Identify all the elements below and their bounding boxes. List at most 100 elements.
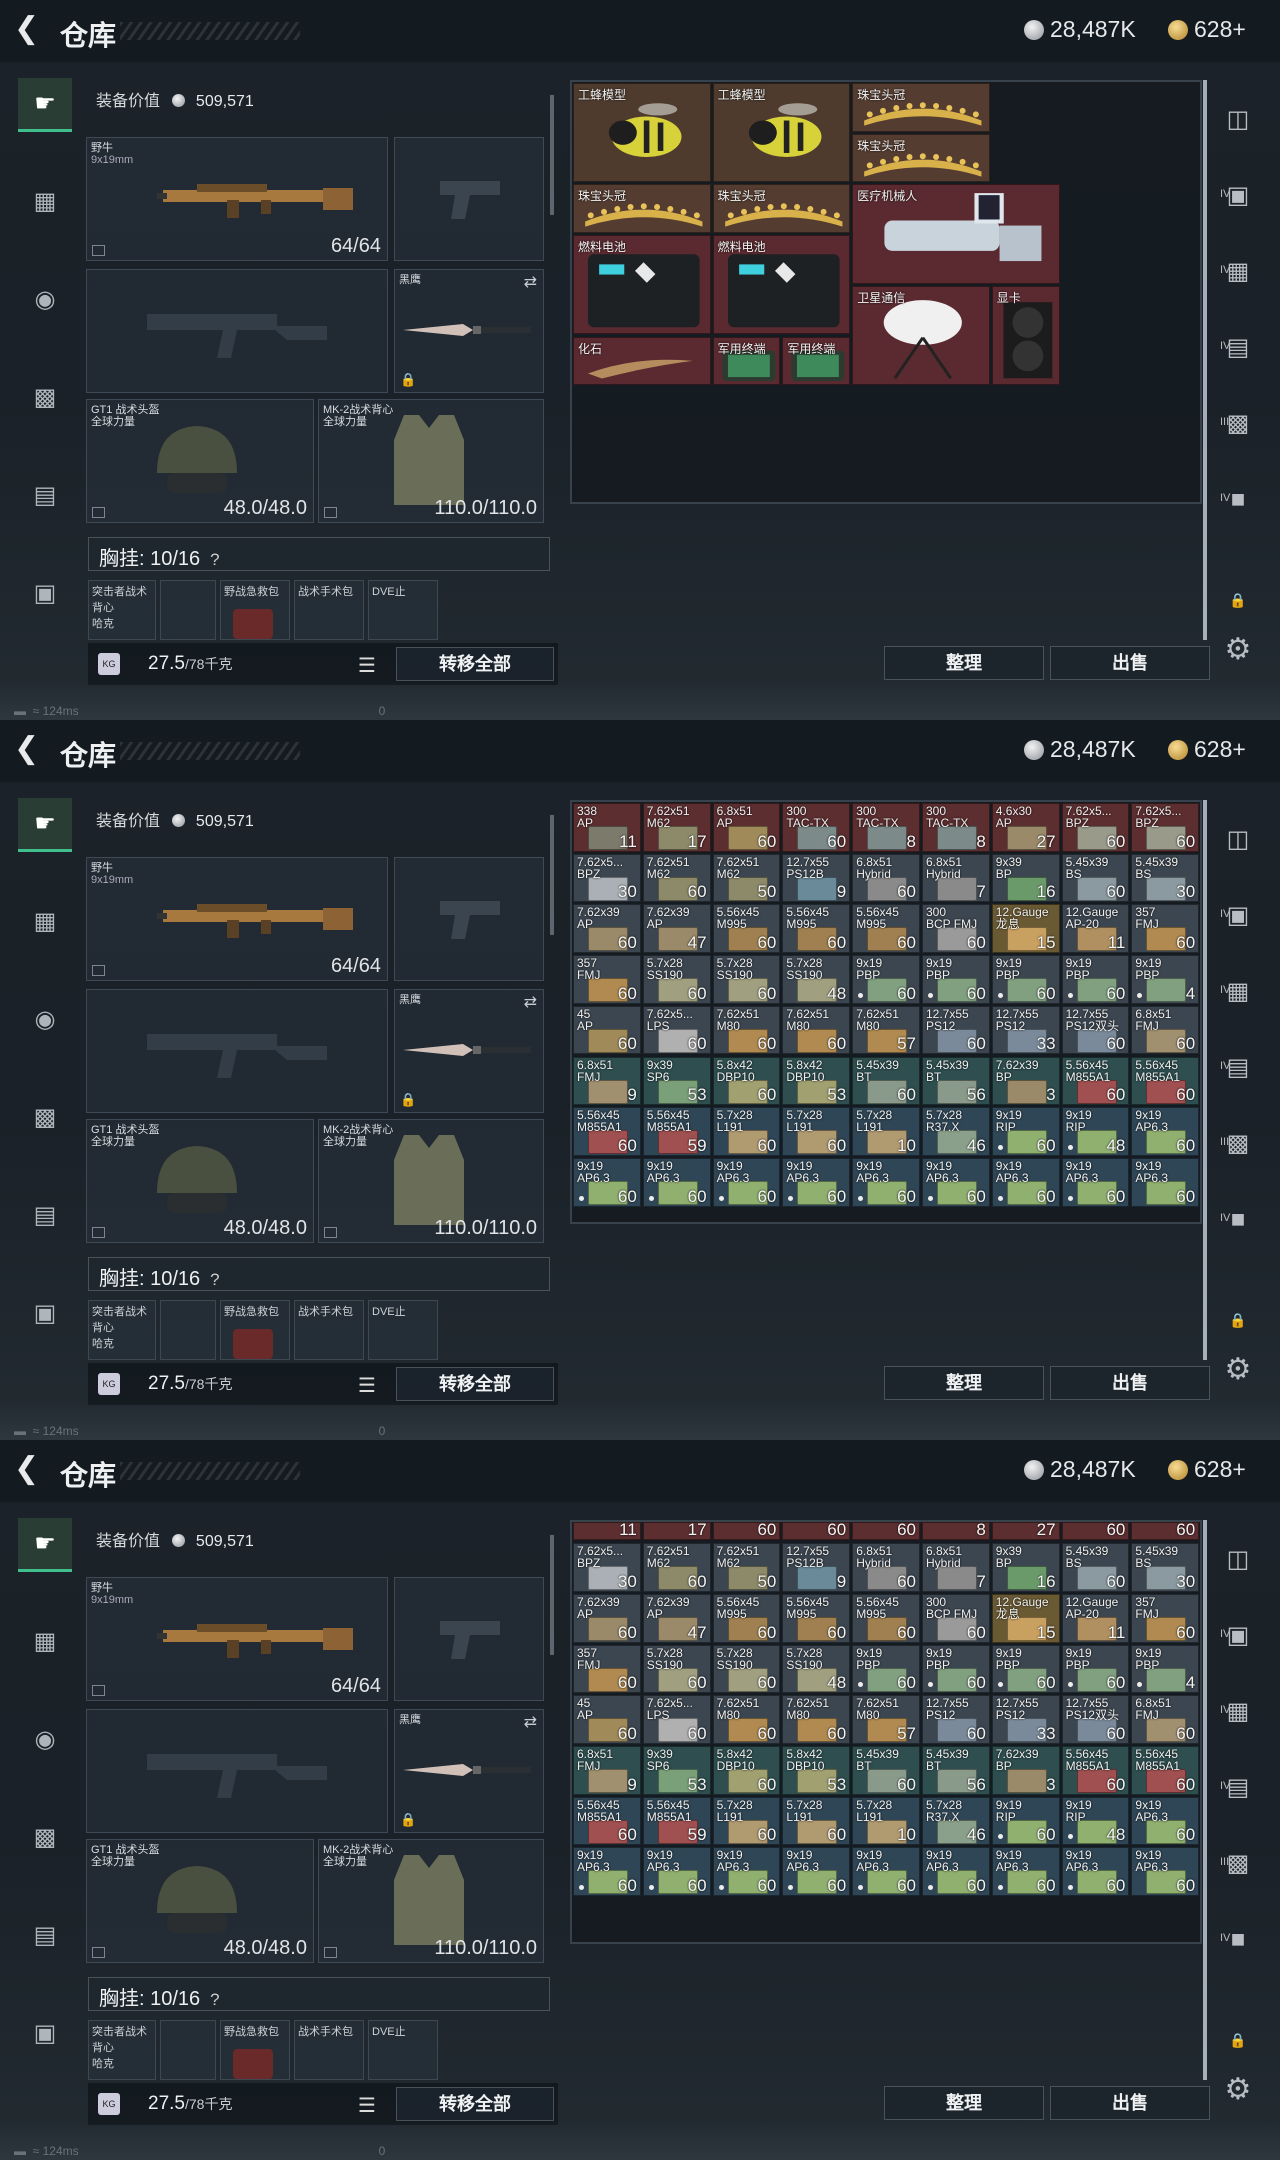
gold-currency[interactable]: 628+ — [1168, 1456, 1246, 1483]
sell-button[interactable]: 出售 — [1050, 1366, 1210, 1400]
container-tier4-icon[interactable]: IV ▣ — [1216, 1616, 1260, 1656]
first-aid-kit-item[interactable]: 野战急救包 — [220, 580, 290, 640]
vest-icon[interactable]: ▦ — [18, 1614, 72, 1668]
ammo-item[interactable]: 9x19 AP6.3 60 — [782, 1847, 851, 1897]
ammo-item[interactable]: 5.7x28 L191 60 — [782, 1107, 851, 1156]
ammo-item[interactable]: 5.45x39 BS 30 — [1131, 1543, 1200, 1592]
ammo-item[interactable]: 7.62x39 AP 60 — [573, 904, 641, 954]
ammo-item[interactable]: 5.45x39 BS 30 — [1131, 853, 1200, 903]
stash-item[interactable]: 显卡 — [991, 285, 1060, 386]
helmet-icon[interactable]: ◉ — [18, 272, 72, 326]
ammo-item[interactable]: 5.8x42 DBP10 60 — [712, 1056, 781, 1106]
primary-weapon-slot[interactable]: 野牛 9x19mm 64/64 — [86, 1577, 388, 1701]
ammo-item[interactable]: 12.Gauge AP-20 11 — [1061, 904, 1130, 954]
ammo-item[interactable]: 7.62x5... BPZ 60 — [1061, 803, 1130, 852]
ammo-item[interactable]: 357 FMJ 60 — [1131, 1593, 1200, 1643]
ammo-item[interactable]: 9x19 RIP 60 — [991, 1796, 1060, 1846]
ammo-item[interactable]: 9x19 RIP 48 — [1061, 1796, 1130, 1846]
ammo-item[interactable]: 9x39 BP 16 — [991, 853, 1060, 903]
ammo-item[interactable]: 12.Gauge 龙息 15 — [991, 904, 1060, 954]
swap-icon[interactable]: ⇄ — [524, 992, 537, 1012]
ammo-item[interactable]: 6.8x51 FMJ 9 — [573, 1746, 641, 1795]
ammo-item[interactable]: 5.56x45 M855A1 60 — [1061, 1746, 1130, 1795]
ammo-item[interactable]: 300 TAC-TX 60 — [782, 803, 851, 852]
ammo-item[interactable]: 5.56x45 M995 60 — [782, 904, 851, 954]
container-tier4-icon[interactable]: IV ▦ — [1216, 1692, 1260, 1732]
ammo-item[interactable]: 5.56x45 M995 60 — [852, 904, 920, 954]
medicine-item[interactable]: DVE止 — [368, 1300, 438, 1360]
ammo-item[interactable]: 5.7x28 SS190 48 — [782, 955, 851, 1004]
ammo-item[interactable]: 7.62x51 M62 50 — [712, 853, 781, 903]
ammo-item[interactable]: 5.7x28 L191 10 — [852, 1796, 920, 1846]
ammo-item[interactable]: 12.7x55 PS12 60 — [922, 1005, 990, 1055]
surgery-kit-item[interactable]: 战术手术包 — [294, 1300, 364, 1360]
back-arrow-icon[interactable]: ❮ — [14, 734, 44, 766]
ammo-item[interactable]: 9x19 AP6.3 60 — [1131, 1796, 1200, 1846]
ammo-item[interactable]: 5.7x28 L191 10 — [852, 1107, 920, 1156]
ammo-item[interactable]: 7.62x39 AP 47 — [642, 1593, 711, 1643]
ammo-item[interactable]: 7.62x5... BPZ 60 — [1131, 803, 1200, 852]
ammo-item[interactable]: 5.8x42 DBP10 53 — [782, 1746, 851, 1795]
ammo-item[interactable]: 9x19 AP6.3 60 — [573, 1157, 641, 1207]
pistol-icon[interactable]: ☛ — [18, 1518, 72, 1572]
stash-item[interactable]: 军用终端 — [782, 336, 851, 386]
stash-item[interactable]: 卫星通信 — [852, 285, 990, 386]
toolbox-icon[interactable]: ▣ — [18, 566, 72, 620]
storage-icon[interactable]: ◫ — [1216, 820, 1260, 860]
stash-item[interactable]: 化石 — [573, 336, 711, 386]
melee-slot[interactable]: 黑鹰 ⇄ 🔒 — [394, 269, 544, 393]
list-icon[interactable]: ☰ — [358, 653, 376, 678]
sell-button[interactable]: 出售 — [1050, 646, 1210, 680]
ammo-item-partial[interactable]: 60 — [782, 1522, 851, 1541]
container-tier4-icon[interactable]: IV ▦ — [1216, 972, 1260, 1012]
ammo-item[interactable]: 9x19 AP6.3 60 — [712, 1847, 781, 1897]
ammo-item-partial[interactable]: 60 — [712, 1522, 781, 1541]
ammo-item[interactable]: 7.62x51 M62 60 — [642, 853, 711, 903]
ammo-item[interactable]: 9x19 PBP 60 — [922, 1644, 990, 1694]
ammo-item[interactable]: 9x39 SP6 53 — [642, 1746, 711, 1795]
ammo-item[interactable]: 5.45x39 BT 56 — [922, 1056, 990, 1106]
ammo-item[interactable]: 12.Gauge 龙息 15 — [991, 1593, 1060, 1643]
ammo-item[interactable]: 5.56x45 M995 60 — [782, 1593, 851, 1643]
loadout-scrollbar[interactable] — [550, 1535, 554, 1655]
ammo-item[interactable]: 6.8x51 Hybrid 7 — [922, 853, 990, 903]
surgery-kit-item[interactable]: 战术手术包 — [294, 2020, 364, 2080]
ammo-item[interactable]: 5.45x39 BS 60 — [1061, 853, 1130, 903]
stash-item[interactable]: 珠宝头冠 — [852, 133, 990, 183]
swap-icon[interactable]: ⇄ — [524, 272, 537, 292]
ammo-item[interactable]: 7.62x39 BP 3 — [991, 1056, 1060, 1106]
pouch-slot-empty[interactable] — [160, 1300, 216, 1360]
transfer-all-button[interactable]: 转移全部 — [396, 2087, 554, 2121]
container-tier4-icon[interactable]: IV ■ — [1216, 1920, 1260, 1960]
ammo-item-partial[interactable]: 11 — [573, 1522, 641, 1541]
ammo-item[interactable]: 9x19 AP6.3 60 — [573, 1847, 641, 1897]
help-icon[interactable]: ? — [210, 550, 219, 570]
ammo-item[interactable]: 12.7x55 PS12 60 — [922, 1695, 990, 1745]
ammo-item[interactable]: 5.45x39 BS 60 — [1061, 1543, 1130, 1592]
helmet-slot[interactable]: GT1 战术头盔 全球力量 48.0/48.0 — [86, 1119, 314, 1243]
ammo-item[interactable]: 7.62x5... LPS 60 — [642, 1005, 711, 1055]
ammo-item[interactable]: 9x19 AP6.3 60 — [642, 1157, 711, 1207]
help-icon[interactable]: ? — [210, 1270, 219, 1290]
backpack-icon[interactable]: ▩ — [18, 370, 72, 424]
helmet-icon[interactable]: ◉ — [18, 1712, 72, 1766]
ammo-item[interactable]: 9x19 AP6.3 60 — [852, 1157, 920, 1207]
ammo-item[interactable]: 9x19 AP6.3 60 — [991, 1157, 1060, 1207]
melee-slot[interactable]: 黑鹰 ⇄ 🔒 — [394, 1709, 544, 1833]
container-tier4-icon[interactable]: IV ■ — [1216, 1200, 1260, 1240]
ammo-item[interactable]: 9x19 RIP 60 — [991, 1107, 1060, 1156]
ammo-item[interactable]: 300 BCP FMJ 60 — [922, 904, 990, 954]
ammo-item[interactable]: 5.56x45 M995 60 — [712, 1593, 781, 1643]
sort-button[interactable]: 整理 — [884, 2086, 1044, 2120]
ammo-item[interactable]: 7.62x51 M80 57 — [852, 1005, 920, 1055]
stash-scrollbar[interactable] — [1203, 800, 1207, 1360]
help-icon[interactable]: ? — [210, 1990, 219, 2010]
ammo-shelf-icon[interactable]: III ▩ — [1216, 1844, 1260, 1884]
armor-slot[interactable]: MK-2战术背心 全球力量 110.0/110.0 — [318, 1839, 544, 1963]
toolbox-icon[interactable]: ▣ — [18, 2006, 72, 2060]
ammo-item[interactable]: 9x19 PBP 60 — [991, 955, 1060, 1004]
sidearm-slot-empty[interactable] — [394, 1577, 544, 1701]
container-tier4-icon[interactable]: IV ■ — [1216, 480, 1260, 520]
primary-weapon-slot[interactable]: 野牛 9x19mm 64/64 — [86, 857, 388, 981]
pouch-icon[interactable]: ▤ — [18, 1188, 72, 1242]
